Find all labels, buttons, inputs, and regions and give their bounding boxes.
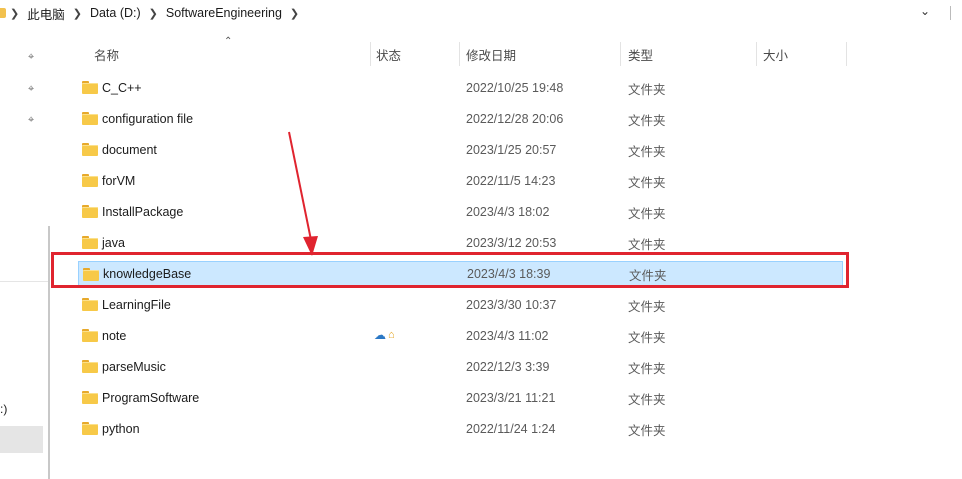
annotation-arrow xyxy=(288,131,318,256)
